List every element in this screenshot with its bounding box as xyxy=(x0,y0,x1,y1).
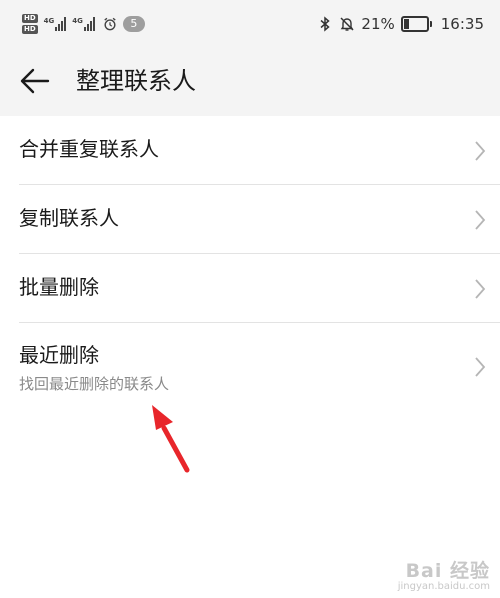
page-title: 整理联系人 xyxy=(76,67,196,95)
watermark-logo: Bai 经验 xyxy=(405,560,490,582)
menu-item-copy-contacts[interactable]: 复制联系人 xyxy=(0,185,500,254)
signal-icon: 4G xyxy=(72,17,95,31)
menu-item-batch-delete[interactable]: 批量删除 xyxy=(0,254,500,323)
watermark: Bai 经验 jingyan.baidu.com xyxy=(398,556,490,592)
chevron-right-icon xyxy=(475,279,486,299)
watermark-url: jingyan.baidu.com xyxy=(397,581,490,592)
notification-count-badge: 5 xyxy=(122,16,145,32)
battery-icon xyxy=(400,16,432,32)
app-bar: 整理联系人 xyxy=(0,46,500,116)
bluetooth-icon xyxy=(320,16,331,32)
network-type-label: 4G xyxy=(43,17,55,25)
chevron-right-icon xyxy=(475,141,486,161)
menu-item-label: 批量删除 xyxy=(19,275,99,299)
menu-item-label: 复制联系人 xyxy=(19,206,119,230)
hd-badge: HD xyxy=(22,25,38,34)
menu-item-label: 最近删除 xyxy=(19,343,99,367)
battery-percentage: 21% xyxy=(361,15,395,33)
mute-bell-icon xyxy=(340,17,354,31)
back-arrow-icon[interactable] xyxy=(18,66,52,96)
status-bar-right: 21% 16:35 xyxy=(317,12,484,36)
hd-badges: HD HD xyxy=(22,14,38,34)
menu-item-merge-duplicates[interactable]: 合并重复联系人 xyxy=(0,116,500,185)
alarm-icon xyxy=(104,17,116,31)
clock-time: 16:35 xyxy=(440,15,484,33)
menu-item-subtitle: 找回最近删除的联系人 xyxy=(19,375,170,393)
battery-level-fill xyxy=(403,19,409,29)
chevron-right-icon xyxy=(475,210,486,230)
menu-item-recently-deleted[interactable]: 最近删除 找回最近删除的联系人 xyxy=(0,323,500,409)
hd-badge: HD xyxy=(22,14,38,23)
status-bar: HD HD 4G 4G 5 21% 16:35 xyxy=(0,0,500,46)
menu-list: 合并重复联系人 复制联系人 批量删除 最近删除 找回最近删除的联系人 xyxy=(0,116,500,409)
annotation-arrow-icon xyxy=(152,405,190,473)
signal-icon: 4G xyxy=(44,17,67,31)
chevron-right-icon xyxy=(475,357,486,377)
menu-item-label: 合并重复联系人 xyxy=(19,137,159,161)
network-type-label: 4G xyxy=(72,17,83,25)
status-bar-left: HD HD 4G 4G 5 xyxy=(22,10,145,38)
